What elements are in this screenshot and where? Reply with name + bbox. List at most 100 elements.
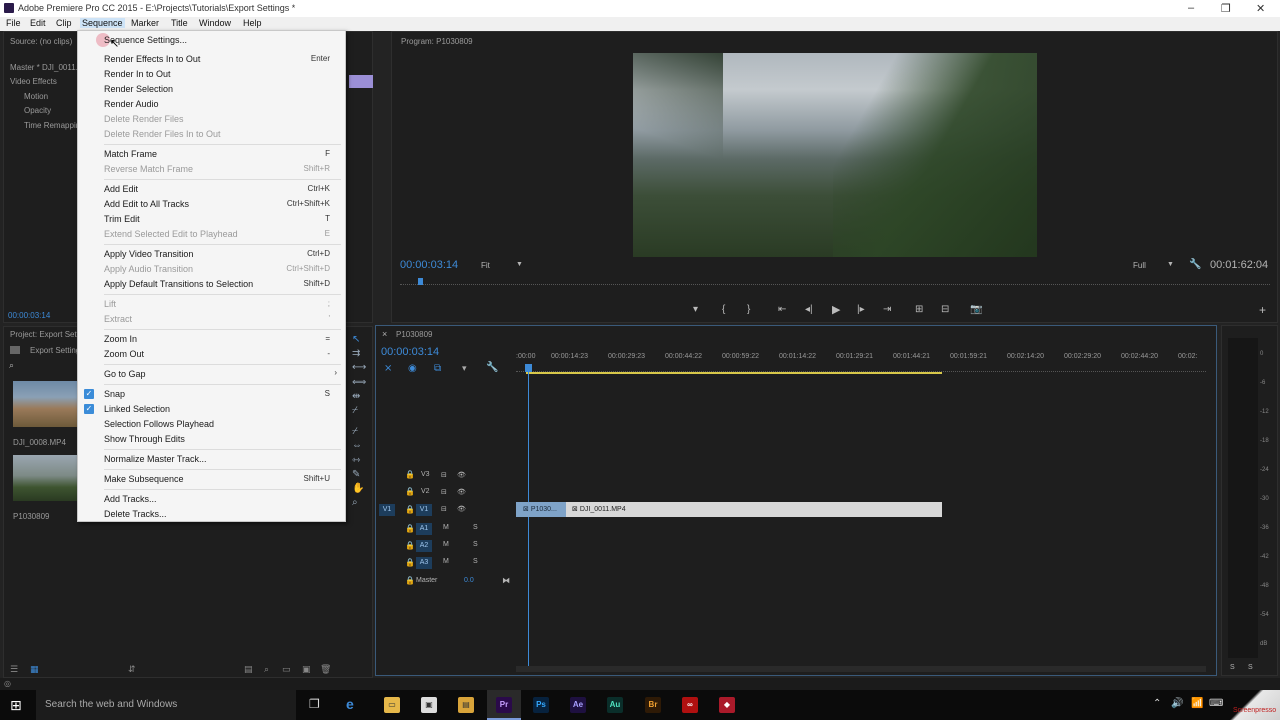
track-output-icon[interactable]: ⊟ [441, 488, 447, 496]
master-go-to-end-icon[interactable]: ⧓ [502, 576, 510, 585]
track-output-icon[interactable]: ⊟ [441, 471, 447, 479]
export-frame-icon[interactable]: 📷 [970, 304, 982, 315]
lock-icon[interactable]: 🔒 [405, 470, 415, 479]
timeline-close-icon[interactable]: × [382, 329, 387, 339]
menu-window[interactable]: Window [197, 18, 233, 28]
premiere-taskbar-icon[interactable]: Pr [496, 697, 512, 713]
solo-left-button[interactable]: S [1230, 664, 1235, 671]
step-back-icon[interactable]: ◂| [805, 304, 813, 315]
clip-dji-0011[interactable]: ⊠ DJI_0011.MP4 [566, 502, 942, 517]
timeline-wrench-icon[interactable]: 🔧 [486, 362, 498, 373]
hand-tool-icon[interactable]: ✋ [352, 483, 364, 494]
menu-normalize-master[interactable]: Normalize Master Track... [104, 454, 207, 464]
timeline-ruler[interactable]: :00:00 00:00:14:23 00:00:29:23 00:00:44:… [516, 353, 1206, 365]
store-icon[interactable]: ▣ [421, 697, 437, 713]
mute-button[interactable]: M [443, 541, 449, 548]
lock-icon[interactable]: 🔒 [405, 487, 415, 496]
menu-apply-audio-transition[interactable]: Apply Audio Transition [104, 264, 193, 274]
maximize-icon[interactable]: ❐ [1221, 2, 1231, 15]
lock-icon[interactable]: 🔒 [405, 541, 415, 550]
effect-opacity[interactable]: Opacity [24, 106, 51, 115]
lock-icon[interactable]: 🔒 [405, 505, 415, 514]
quality-chevron-icon[interactable]: ▼ [1167, 261, 1174, 268]
source-patch-v1[interactable]: V1 [379, 504, 395, 516]
timeline-scrollbar[interactable] [516, 666, 1206, 672]
effect-motion[interactable]: Motion [24, 92, 48, 101]
menu-sequence-settings[interactable]: Sequence Settings... [104, 35, 187, 45]
mute-button[interactable]: M [443, 524, 449, 531]
lock-icon[interactable]: 🔒 [405, 576, 415, 585]
lock-icon[interactable]: 🔒 [405, 558, 415, 567]
menu-go-to-gap[interactable]: Go to Gap [104, 369, 146, 379]
menu-extend-edit[interactable]: Extend Selected Edit to Playhead [104, 229, 238, 239]
menu-clip[interactable]: Clip [54, 18, 74, 28]
play-icon[interactable]: ▶ [832, 303, 840, 316]
menu-marker[interactable]: Marker [129, 18, 161, 28]
menu-reverse-match-frame[interactable]: Reverse Match Frame [104, 164, 193, 174]
mark-out-icon[interactable]: } [747, 304, 750, 315]
program-scrubber[interactable] [400, 281, 1270, 285]
ripple-edit-tool-icon[interactable]: ⟷ [352, 362, 366, 373]
extract-icon[interactable]: ⊟ [941, 304, 949, 315]
source-label[interactable]: Source: (no clips) [10, 37, 72, 46]
minimize-icon[interactable]: – [1188, 2, 1194, 14]
selection-tool-icon[interactable]: ↖ [352, 334, 360, 345]
track-label-a3[interactable]: A3 [416, 557, 432, 569]
zoom-tool-icon[interactable]: ⌕ [352, 497, 358, 508]
windows-start-icon[interactable]: ⊞ [10, 697, 22, 714]
task-view-icon[interactable]: ❐ [309, 697, 320, 711]
edge-icon[interactable]: e [346, 696, 354, 712]
menu-make-subsequence[interactable]: Make Subsequence [104, 474, 184, 484]
fit-chevron-icon[interactable]: ▼ [516, 261, 523, 268]
search-icon[interactable]: ⌕ [9, 360, 14, 371]
file-explorer-icon[interactable]: ▭ [384, 697, 400, 713]
menu-edit[interactable]: Edit [28, 18, 48, 28]
go-to-out-icon[interactable]: ⇥ [883, 304, 891, 315]
fit-dropdown[interactable]: Fit [481, 261, 490, 270]
track-label-v2[interactable]: V2 [421, 488, 430, 495]
solo-button[interactable]: S [473, 558, 478, 565]
slip-tool-icon[interactable]: ⇔ [352, 440, 362, 451]
menu-render-audio[interactable]: Render Audio [104, 99, 159, 109]
lift-icon[interactable]: ⊞ [915, 304, 923, 315]
track-label-v3[interactable]: V3 [421, 471, 430, 478]
sequence-tab[interactable]: P1030809 [396, 330, 432, 339]
menu-delete-render-in-out[interactable]: Delete Render Files In to Out [104, 129, 221, 139]
menu-linked-selection[interactable]: Linked Selection [104, 404, 170, 414]
menu-extract[interactable]: Extract [104, 314, 132, 324]
creative-cloud-icon[interactable]: ∞ [682, 697, 698, 713]
find-icon[interactable]: ⌕ [264, 664, 269, 675]
project-item-p1030809[interactable]: P1030809 [13, 512, 49, 521]
antivirus-icon[interactable]: ◆ [719, 697, 735, 713]
menu-render-effects[interactable]: Render Effects In to Out [104, 54, 200, 64]
slide-tool-icon[interactable]: ⇿ [352, 455, 360, 466]
go-to-in-icon[interactable]: ⇤ [778, 304, 786, 315]
folder-icon[interactable]: ▤ [458, 697, 474, 713]
trash-icon[interactable]: 🗑 [320, 664, 331, 675]
track-label-a1[interactable]: A1 [416, 523, 432, 535]
clip-p1030809[interactable]: ⊠ P1030... [516, 502, 568, 517]
menu-selection-follows-playhead[interactable]: Selection Follows Playhead [104, 419, 214, 429]
menu-add-tracks[interactable]: Add Tracks... [104, 494, 157, 504]
menu-help[interactable]: Help [241, 18, 264, 28]
track-label-a2[interactable]: A2 [416, 540, 432, 552]
menu-title[interactable]: Title [169, 18, 190, 28]
nest-icon[interactable]: ⧉ [434, 363, 441, 374]
search-box[interactable]: Search the web and Windows [36, 690, 296, 720]
menu-delete-tracks[interactable]: Delete Tracks... [104, 509, 167, 519]
wrench-icon[interactable]: 🔧 [1189, 259, 1201, 270]
timeline-playhead-handle[interactable] [525, 364, 532, 372]
solo-button[interactable]: S [473, 541, 478, 548]
solo-button[interactable]: S [473, 524, 478, 531]
step-forward-icon[interactable]: |▸ [857, 304, 865, 315]
program-playhead[interactable] [418, 278, 423, 285]
mute-button[interactable]: M [443, 558, 449, 565]
keyboard-icon[interactable]: ⌨ [1209, 698, 1223, 709]
new-item-icon[interactable]: ▣ [302, 664, 311, 675]
project-item-dji[interactable]: DJI_0008.MP4 [13, 438, 66, 447]
menu-zoom-in[interactable]: Zoom In [104, 334, 137, 344]
project-thumb-p1030809[interactable] [13, 455, 81, 501]
menu-sequence[interactable]: Sequence [80, 18, 125, 28]
menu-apply-default-transitions[interactable]: Apply Default Transitions to Selection [104, 279, 253, 289]
rolling-edit-tool-icon[interactable]: ⟺ [352, 377, 366, 388]
